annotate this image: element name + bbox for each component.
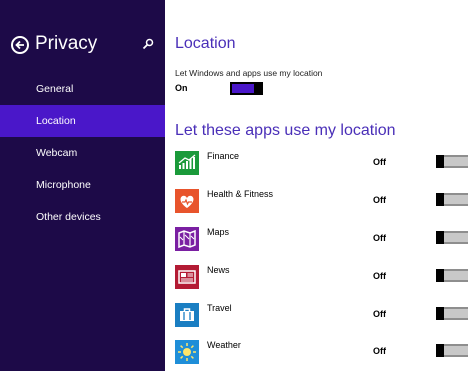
app-name: Maps [207,227,230,237]
app-row-maps: Maps Off [175,227,468,251]
app-row-weather: Weather Off [175,340,468,364]
app-name: Health & Fitness [207,189,274,199]
location-state: On [175,83,188,93]
sidebar-title: Privacy [35,33,98,54]
app-name: Weather [207,340,241,350]
sidebar-item-webcam[interactable]: Webcam [0,137,165,169]
app-state: Off [373,195,386,205]
maps-toggle[interactable] [436,231,468,244]
health-fitness-toggle[interactable] [436,193,468,206]
back-arrow-icon[interactable] [11,36,29,54]
main-content: Location Let Windows and apps use my loc… [165,0,468,371]
finance-icon [175,151,199,175]
news-icon [175,265,199,289]
finance-toggle[interactable] [436,155,468,168]
toggle-thumb [254,82,262,95]
sidebar: Privacy General Location Webcam Micropho… [0,0,165,371]
app-state: Off [373,271,386,281]
sidebar-item-location[interactable]: Location [0,105,165,137]
app-name: Finance [207,151,240,161]
news-toggle[interactable] [436,269,468,282]
health-fitness-icon [175,189,199,213]
toggle-thumb [436,231,444,244]
location-description: Let Windows and apps use my location [175,68,323,78]
app-name: Travel [207,303,232,313]
weather-icon [175,340,199,364]
travel-icon [175,303,199,327]
sidebar-nav: General Location Webcam Microphone Other… [0,73,165,233]
app-state: Off [373,346,386,356]
sidebar-item-general[interactable]: General [0,73,165,105]
toggle-thumb [436,269,444,282]
toggle-thumb [436,155,444,168]
location-heading: Location [175,35,236,52]
travel-toggle[interactable] [436,307,468,320]
app-name: News [207,265,230,275]
app-row-news: News Off [175,265,468,289]
weather-toggle[interactable] [436,344,468,357]
app-row-travel: Travel Off [175,303,468,327]
sidebar-item-microphone[interactable]: Microphone [0,169,165,201]
search-icon[interactable] [142,37,154,50]
apps-heading: Let these apps use my location [175,122,396,139]
app-state: Off [373,309,386,319]
toggle-thumb [436,307,444,320]
sidebar-item-other-devices[interactable]: Other devices [0,201,165,233]
toggle-thumb [436,193,444,206]
toggle-thumb [436,344,444,357]
maps-icon [175,227,199,251]
location-toggle[interactable] [230,82,263,95]
app-row-finance: Finance Off [175,151,468,175]
app-row-health-fitness: Health & Fitness Off [175,189,468,213]
app-state: Off [373,233,386,243]
app-state: Off [373,157,386,167]
